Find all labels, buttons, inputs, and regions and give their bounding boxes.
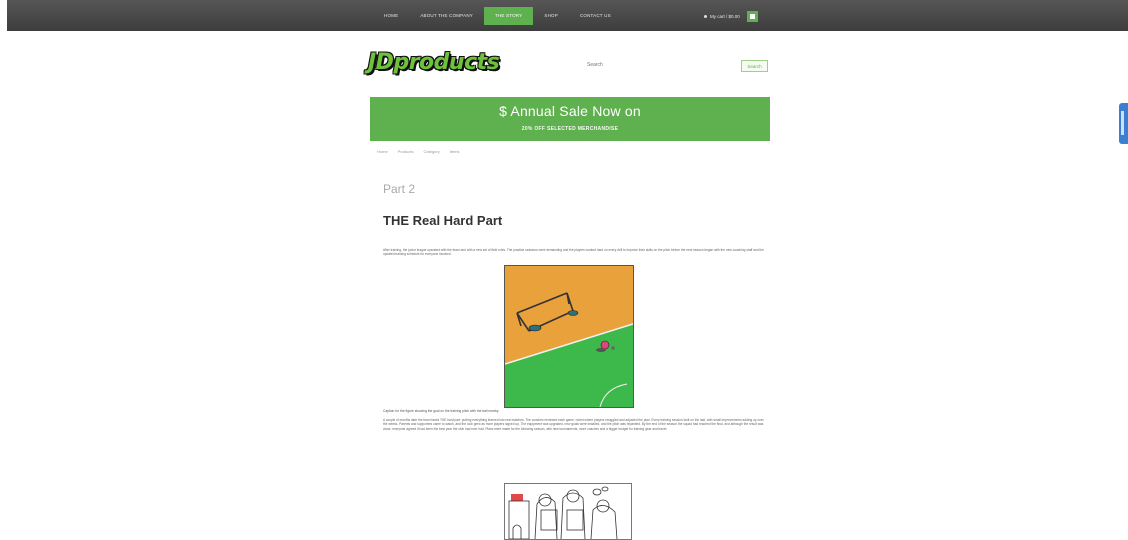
- nav-item-shop[interactable]: Shop: [533, 7, 569, 25]
- site-logo[interactable]: JDproducts: [368, 50, 500, 75]
- intro-paragraph: After training, the junior league operat…: [383, 248, 764, 257]
- cart-button[interactable]: [746, 10, 758, 22]
- cart-label: My cart / $0.00: [710, 13, 740, 19]
- figure-caption: Caption for the figure showing the goal …: [383, 409, 500, 413]
- article-part-label: Part 2: [383, 182, 416, 196]
- feedback-icon: [1121, 111, 1124, 135]
- soccer-goal-illustration: [504, 265, 634, 408]
- breadcrumb-item[interactable]: Category: [423, 149, 439, 154]
- breadcrumb: Home Products Category Items: [377, 149, 459, 154]
- banner-subtitle: 20% OFF SELECTED MERCHANDISE: [521, 126, 619, 132]
- body-paragraph: A couple of months later the team faced …: [383, 418, 764, 431]
- top-navigation-bar: Home About the company The story Shop Co…: [7, 0, 1128, 31]
- feedback-tab[interactable]: [1119, 103, 1128, 144]
- main-menu: Home About the company The story Shop Co…: [373, 7, 622, 25]
- bag-icon: [749, 13, 755, 19]
- cartoon-illustration: [504, 483, 632, 540]
- nav-item-about[interactable]: About the company: [409, 7, 484, 25]
- sale-banner[interactable]: $ Annual Sale Now on 20% OFF SELECTED ME…: [370, 97, 770, 141]
- banner-title: $ Annual Sale Now on: [499, 103, 641, 119]
- nav-item-story[interactable]: The story: [483, 7, 534, 25]
- search-input[interactable]: [585, 57, 739, 73]
- cart-summary[interactable]: My cart / $0.00: [704, 10, 758, 22]
- breadcrumb-item: Items: [449, 149, 460, 154]
- breadcrumb-item[interactable]: Home: [377, 149, 388, 154]
- breadcrumb-item[interactable]: Products: [398, 149, 414, 154]
- article-title: THE Real Hard Part: [383, 213, 503, 228]
- cart-icon: [704, 14, 707, 18]
- search-button[interactable]: Search: [741, 60, 768, 72]
- nav-item-home[interactable]: Home: [373, 7, 409, 25]
- nav-item-contact[interactable]: Contact us: [569, 7, 622, 25]
